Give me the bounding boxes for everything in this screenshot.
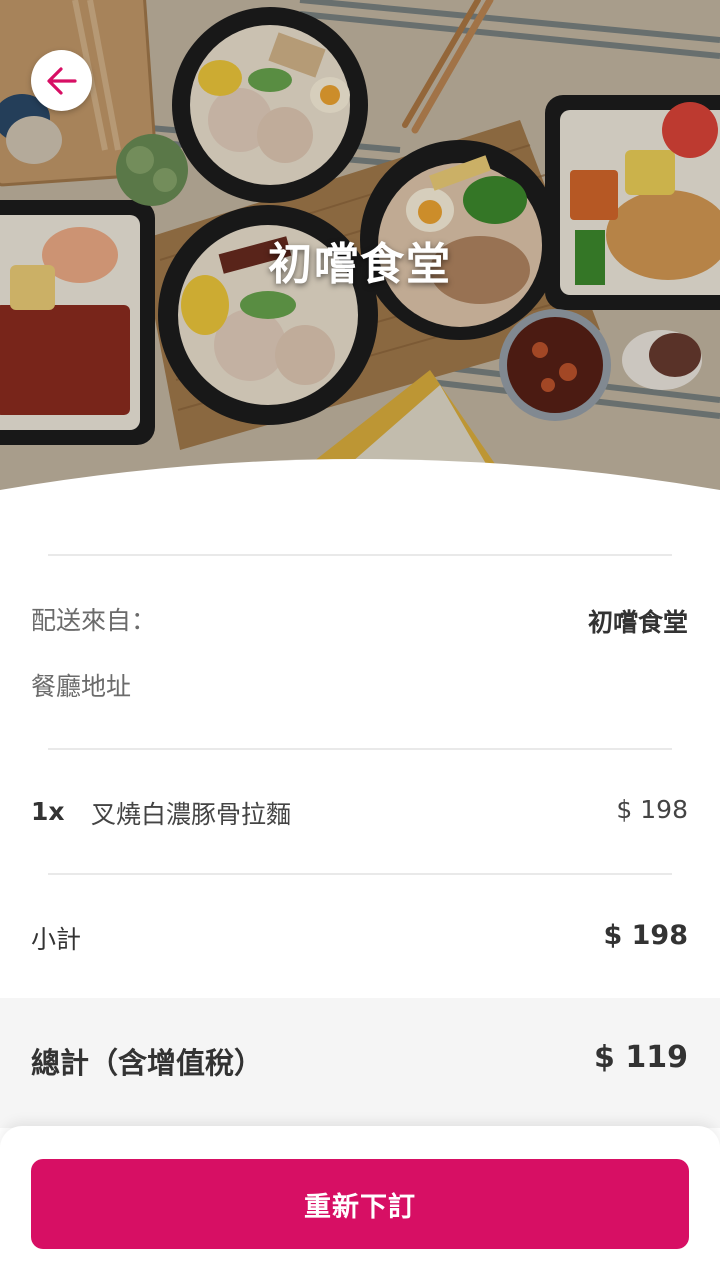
divider (48, 748, 672, 750)
subtotal-label: 小計 (31, 925, 82, 954)
restaurant-address-label: 餐廳地址 (31, 672, 132, 701)
hero-curve (0, 459, 720, 560)
restaurant-title: 初嚐食堂 (268, 239, 452, 290)
order-detail-screen: 初嚐食堂 配送來自： 初嚐食堂 餐廳地址 1x 叉燒白濃豚骨拉麵 $ 198 小… (0, 0, 720, 1280)
item-quantity: 1x (31, 797, 65, 826)
item-name: 叉燒白濃豚骨拉麵 (91, 800, 292, 829)
delivery-from-value: 初嚐食堂 (587, 608, 688, 637)
restaurant-hero: 初嚐食堂 (0, 0, 720, 560)
total-value: $ 119 (594, 1040, 688, 1075)
arrow-left-icon (46, 66, 77, 95)
reorder-button[interactable]: 重新下訂 (31, 1159, 689, 1249)
delivery-from-label: 配送來自： (31, 606, 157, 635)
total-label: 總計（含增值稅） (31, 1046, 264, 1080)
item-price: $ 198 (616, 795, 688, 824)
divider (48, 873, 672, 875)
back-button[interactable] (31, 50, 92, 111)
divider (48, 554, 672, 556)
subtotal-value: $ 198 (603, 920, 688, 951)
